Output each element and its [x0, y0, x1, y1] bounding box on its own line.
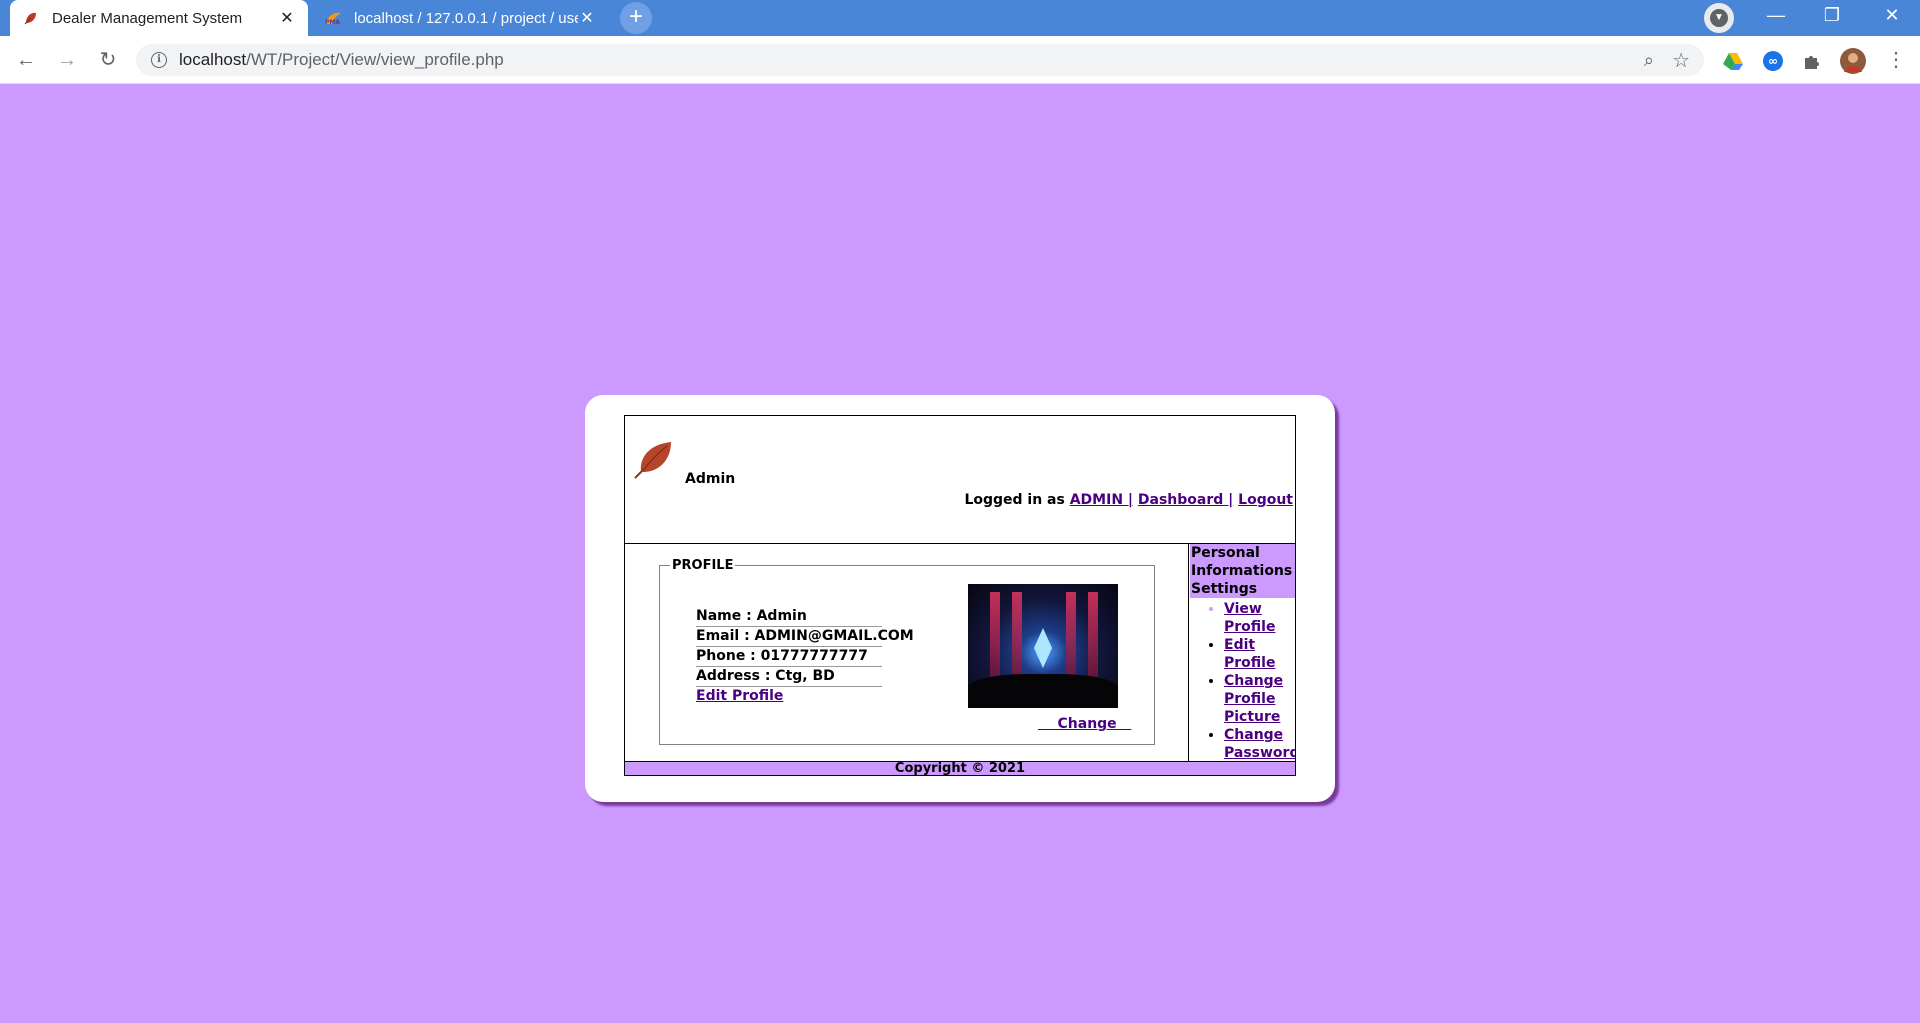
- user-avatar[interactable]: [1840, 48, 1866, 74]
- zoom-icon[interactable]: ⌕: [1644, 50, 1654, 71]
- reload-icon[interactable]: ↻: [92, 44, 124, 76]
- extensions-puzzle-icon[interactable]: [1801, 50, 1823, 72]
- change-picture-label: Change: [1057, 716, 1117, 732]
- main-card: Admin Logged in as ADMIN | Dashboard | L…: [585, 395, 1335, 802]
- url-path: /WT/Project/View/view_profile.php: [246, 50, 504, 69]
- chevron-down-icon: ▼: [1710, 9, 1728, 27]
- site-info-icon[interactable]: i: [151, 52, 167, 68]
- view-profile-link[interactable]: View Profile: [1224, 601, 1275, 635]
- close-window-button[interactable]: ✕: [1864, 0, 1920, 32]
- minimize-button[interactable]: —: [1748, 0, 1804, 32]
- change-picture-link[interactable]: Change: [1038, 716, 1131, 732]
- svg-text:∞: ∞: [1768, 54, 1778, 68]
- sidebar-item-change-password: Change Password: [1224, 726, 1295, 761]
- tab-close-icon[interactable]: ✕: [278, 8, 296, 28]
- leaf-logo-icon: [634, 442, 671, 479]
- browser-tab-active[interactable]: Dealer Management System ✕: [10, 0, 308, 36]
- profile-name: Name : Admin: [696, 607, 882, 627]
- browser-tabstrip: Dealer Management System ✕ PMA localhost…: [0, 0, 1920, 36]
- tab-title: localhost / 127.0.0.1 / project / users: [354, 9, 578, 27]
- phpmyadmin-favicon-icon: PMA: [324, 9, 342, 27]
- sidebar-menu: View Profile Edit Profile Change Profile…: [1190, 600, 1295, 761]
- restore-button[interactable]: ❐: [1804, 0, 1860, 32]
- settings-sidebar: Personal Informations Settings View Prof…: [1190, 544, 1295, 761]
- sidebar-item-view-profile: View Profile: [1224, 600, 1295, 636]
- tab-title: Dealer Management System: [52, 9, 243, 27]
- tab-close-icon[interactable]: ✕: [578, 8, 596, 28]
- infinity-extension-icon[interactable]: ∞: [1762, 50, 1784, 72]
- admin-link[interactable]: ADMIN |: [1070, 492, 1133, 508]
- address-bar[interactable]: i localhost/WT/Project/View/view_profile…: [136, 44, 1704, 76]
- page-frame: Admin Logged in as ADMIN | Dashboard | L…: [624, 415, 1296, 776]
- profile-content: PROFILE Name : Admin Email : ADMIN@GMAIL…: [625, 544, 1189, 761]
- svg-text:PMA: PMA: [325, 19, 340, 25]
- page-footer: Copyright © 2021: [625, 761, 1295, 775]
- browser-menu-icon[interactable]: ⋮: [1880, 44, 1912, 76]
- profile-picture: [968, 584, 1118, 708]
- sidebar-title: Personal Informations Settings: [1190, 544, 1295, 598]
- page-header: Admin Logged in as ADMIN | Dashboard | L…: [625, 416, 1295, 544]
- sidebar-item-edit-profile: Edit Profile: [1224, 636, 1295, 672]
- browser-toolbar: ← → ↻ i localhost/WT/Project/View/view_p…: [0, 36, 1920, 84]
- profile-phone: Phone : 01777777777: [696, 647, 882, 667]
- leaf-favicon-icon: [22, 9, 40, 27]
- login-status-bar: Logged in as ADMIN | Dashboard | Logout: [964, 492, 1293, 508]
- site-title: Admin: [685, 471, 736, 487]
- browser-tab-inactive[interactable]: PMA localhost / 127.0.0.1 / project / us…: [312, 0, 608, 36]
- dashboard-link[interactable]: Dashboard |: [1138, 492, 1233, 508]
- forward-arrow-icon[interactable]: →: [51, 44, 83, 76]
- edit-profile-link[interactable]: Edit Profile: [696, 688, 783, 704]
- change-picture-sidebar-link[interactable]: Change Profile Picture: [1224, 673, 1283, 725]
- tab-search-button[interactable]: ▼: [1704, 3, 1734, 33]
- new-tab-button[interactable]: +: [620, 2, 652, 34]
- profile-address: Address : Ctg, BD: [696, 667, 882, 687]
- bookmark-star-icon[interactable]: ☆: [1672, 48, 1690, 73]
- edit-profile-sidebar-link[interactable]: Edit Profile: [1224, 637, 1275, 671]
- profile-fieldset: PROFILE Name : Admin Email : ADMIN@GMAIL…: [659, 558, 1155, 745]
- profile-info-list: Name : Admin Email : ADMIN@GMAIL.COM Pho…: [696, 607, 914, 704]
- profile-email: Email : ADMIN@GMAIL.COM: [696, 627, 914, 647]
- logged-in-label: Logged in as: [964, 492, 1065, 508]
- back-arrow-icon[interactable]: ←: [10, 44, 42, 76]
- logout-link[interactable]: Logout: [1238, 492, 1293, 508]
- sidebar-item-change-picture: Change Profile Picture: [1224, 672, 1295, 726]
- url-host: localhost: [179, 50, 247, 69]
- google-drive-extension-icon[interactable]: [1722, 50, 1744, 72]
- change-password-link[interactable]: Change Password: [1224, 727, 1295, 761]
- profile-legend: PROFILE: [672, 558, 734, 573]
